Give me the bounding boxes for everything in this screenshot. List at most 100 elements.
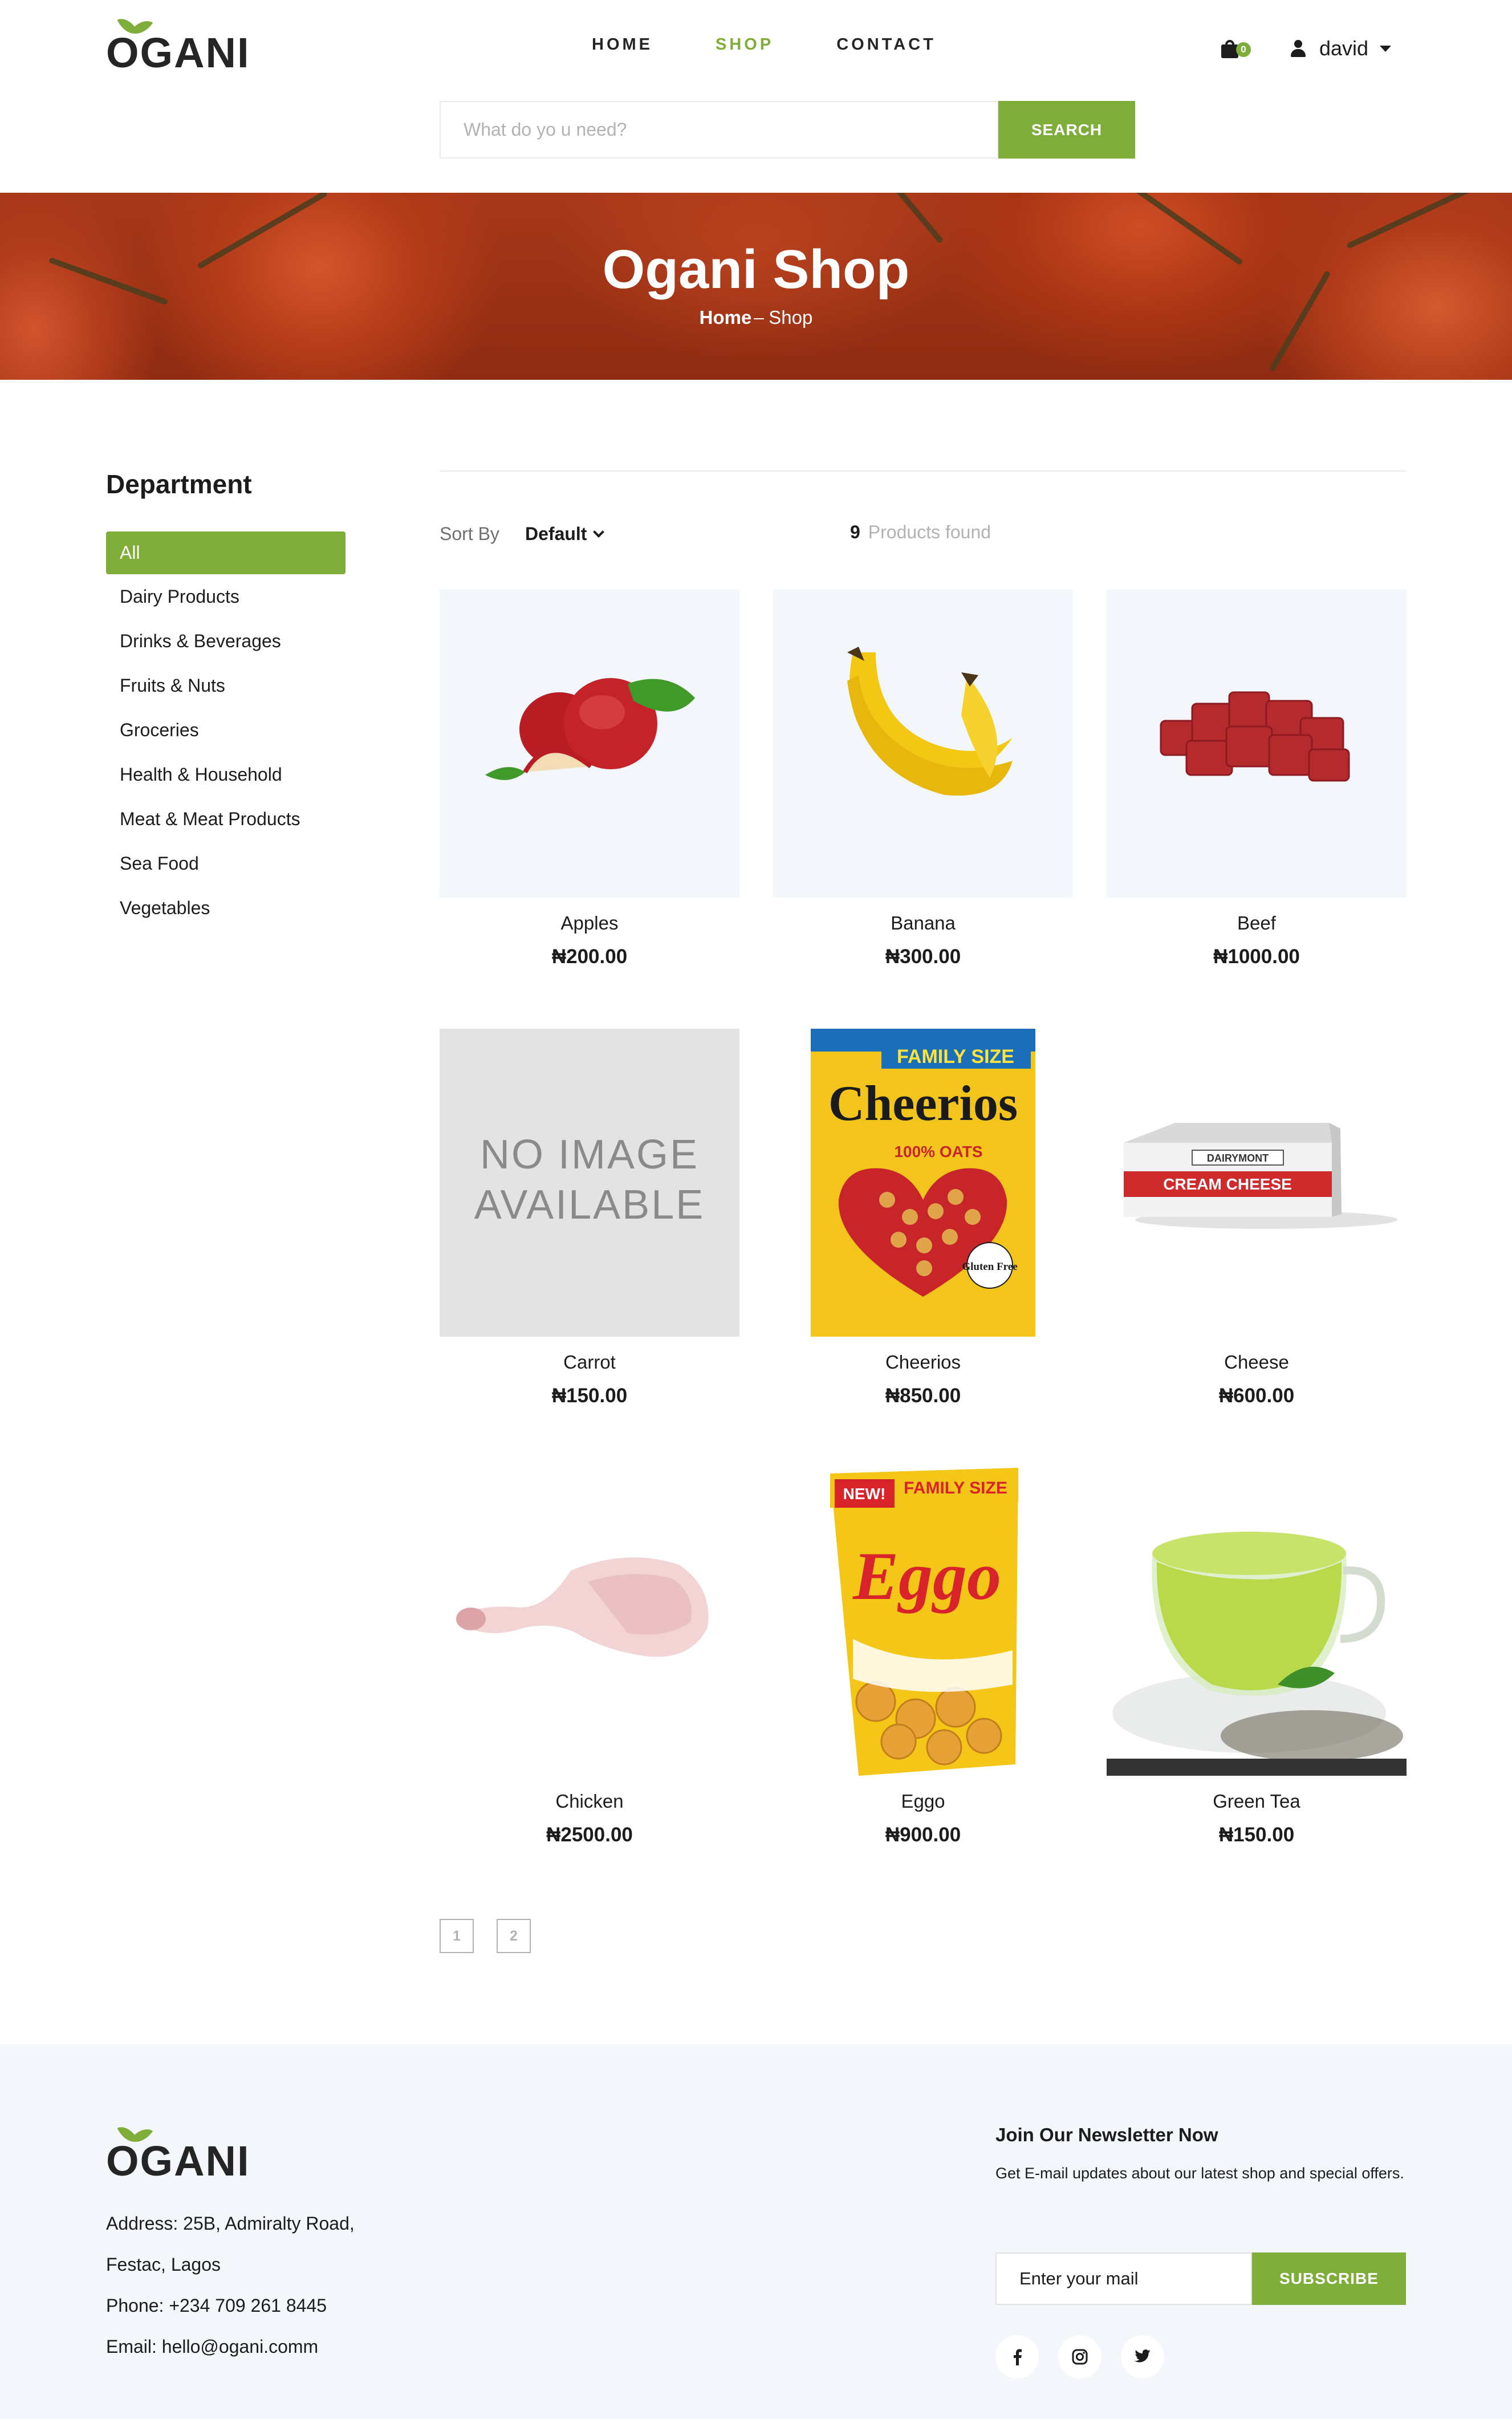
department-title: Department [106,469,252,499]
product-name[interactable]: Banana [773,912,1073,935]
product-price: ₦300.00 [885,945,961,968]
product-price: ₦600.00 [1218,1385,1295,1407]
department-item-groceries[interactable]: Groceries [106,708,346,752]
no-image-placeholder: NO IMAGE AVAILABLE [440,1029,739,1337]
product-name[interactable]: Beef [1107,912,1407,935]
product-card[interactable]: Beef ₦1000.00 [1107,590,1407,968]
svg-text:DAIRYMONT: DAIRYMONT [1207,1152,1269,1164]
product-card[interactable]: Green Tea ₦150.00 [1107,1468,1407,1846]
product-card[interactable]: DAIRYMONT CREAM CHEESE Cheese ₦600.00 [1107,1029,1407,1407]
footer-logo[interactable]: OGANI [106,2122,249,2185]
svg-text:NEW!: NEW! [843,1485,886,1503]
main-nav: HOME SHOP CONTACT [592,35,999,54]
divider [440,470,1407,472]
department-item-drinks[interactable]: Drinks & Beverages [106,619,346,663]
product-name[interactable]: Green Tea [1107,1791,1407,1813]
twitter-icon[interactable] [1121,2335,1164,2379]
product-name[interactable]: Carrot [440,1351,739,1374]
address-line-1: Address: 25B, Admiralty Road, [106,2213,355,2234]
facebook-icon[interactable] [995,2335,1039,2379]
breadcrumb-current: Shop [769,307,813,328]
products-found-count: 9 [850,522,860,542]
product-card[interactable]: Apples ₦200.00 [440,590,739,968]
product-image[interactable]: NEW! FAMILY SIZE Eggo [773,1468,1073,1776]
page-2-button[interactable]: 2 [497,1919,531,1953]
product-card[interactable]: NO IMAGE AVAILABLE Carrot ₦150.00 [440,1029,739,1407]
department-item-meat[interactable]: Meat & Meat Products [106,797,346,841]
logo-text: OGANI [106,29,250,76]
sort-select[interactable]: Default [525,523,605,545]
product-name[interactable]: Cheese [1107,1351,1407,1374]
product-image[interactable] [1107,590,1407,898]
product-image[interactable] [773,590,1073,898]
products-found: 9 Products found [850,522,991,543]
nav-shop[interactable]: SHOP [716,35,774,54]
svg-text:FAMILY SIZE: FAMILY SIZE [904,1479,1007,1497]
newsletter-form: SUBSCRIBE [995,2252,1406,2305]
product-image[interactable] [440,590,739,898]
social-links [995,2335,1184,2379]
newsletter-title: Join Our Newsletter Now [995,2124,1218,2145]
department-item-fruits[interactable]: Fruits & Nuts [106,663,346,708]
product-price: ₦1000.00 [1213,945,1300,968]
svg-text:FAMILY SIZE: FAMILY SIZE [897,1046,1014,1068]
newsletter-text: Get E-mail updates about our latest shop… [995,2165,1404,2182]
product-card[interactable]: NEW! FAMILY SIZE Eggo Eggo ₦900.00 [773,1468,1073,1846]
phone: Phone: +234 709 261 8445 [106,2295,327,2316]
caret-down-icon [1380,45,1392,52]
svg-text:Cheerios: Cheerios [828,1076,1018,1131]
user-menu[interactable]: david [1291,36,1392,60]
search-button[interactable]: SEARCH [998,101,1135,159]
nav-home[interactable]: HOME [592,35,653,54]
product-name[interactable]: Eggo [773,1791,1073,1813]
cart-count-badge: 0 [1236,42,1251,57]
nav-contact[interactable]: CONTACT [836,35,936,54]
breadcrumb: Home Shop [0,307,1512,328]
department-item-health[interactable]: Health & Household [106,752,346,797]
products-found-label: Products found [868,522,991,542]
instagram-icon[interactable] [1058,2335,1102,2379]
product-image[interactable] [1107,1468,1407,1776]
ogani-logo[interactable]: OGANI [106,14,249,76]
page-title: Ogani Shop [602,239,910,300]
product-price: ₦200.00 [551,945,628,968]
department-list: All Dairy Products Drinks & Beverages Fr… [106,531,346,930]
user-name: david [1319,36,1369,60]
user-icon [1291,40,1306,57]
subscribe-button[interactable]: SUBSCRIBE [1252,2252,1406,2305]
product-name[interactable]: Apples [440,912,739,935]
product-price: ₦900.00 [885,1824,961,1846]
product-card[interactable]: Chicken ₦2500.00 [440,1468,739,1846]
site-footer: OGANI Address: 25B, Admiralty Road, Fest… [0,2044,1512,2419]
hero-banner: Ogani Shop Home Shop [0,193,1512,380]
svg-text:100% OATS: 100% OATS [894,1143,982,1160]
address-line-2: Festac, Lagos [106,2254,221,2275]
department-item-all[interactable]: All [106,531,346,574]
product-card[interactable]: FAMILY SIZE Cheerios 100% OATS Gluten Fr… [773,1029,1073,1407]
department-item-dairy[interactable]: Dairy Products [106,574,346,619]
page-1-button[interactable]: 1 [440,1919,474,1953]
breadcrumb-home[interactable]: Home [700,307,752,328]
product-price: ₦2500.00 [546,1824,633,1846]
product-name[interactable]: Chicken [440,1791,739,1813]
department-item-vegetables[interactable]: Vegetables [106,886,346,930]
sort-label: Sort By [440,523,499,544]
product-image[interactable] [440,1468,739,1776]
newsletter-email-input[interactable] [995,2252,1252,2305]
svg-text:Gluten Free: Gluten Free [962,1261,1017,1273]
department-item-seafood[interactable]: Sea Food [106,841,346,886]
product-name[interactable]: Cheerios [773,1351,1073,1374]
product-price: ₦150.00 [551,1385,628,1407]
product-image[interactable]: DAIRYMONT CREAM CHEESE [1107,1029,1407,1337]
cart-button[interactable]: 0 [1221,40,1251,59]
contact-info: Address: 25B, Admiralty Road, Festac, La… [106,2203,355,2367]
tomato-stem-decoration [880,193,944,244]
product-card[interactable]: Banana ₦300.00 [773,590,1073,968]
product-image[interactable]: FAMILY SIZE Cheerios 100% OATS Gluten Fr… [773,1029,1073,1337]
sort-value: Default [525,523,587,544]
product-image[interactable]: NO IMAGE AVAILABLE [440,1029,739,1337]
footer-logo-text: OGANI [106,2137,250,2185]
chevron-down-icon [593,526,605,538]
search-input[interactable] [440,101,998,159]
svg-text:CREAM CHEESE: CREAM CHEESE [1163,1175,1292,1193]
